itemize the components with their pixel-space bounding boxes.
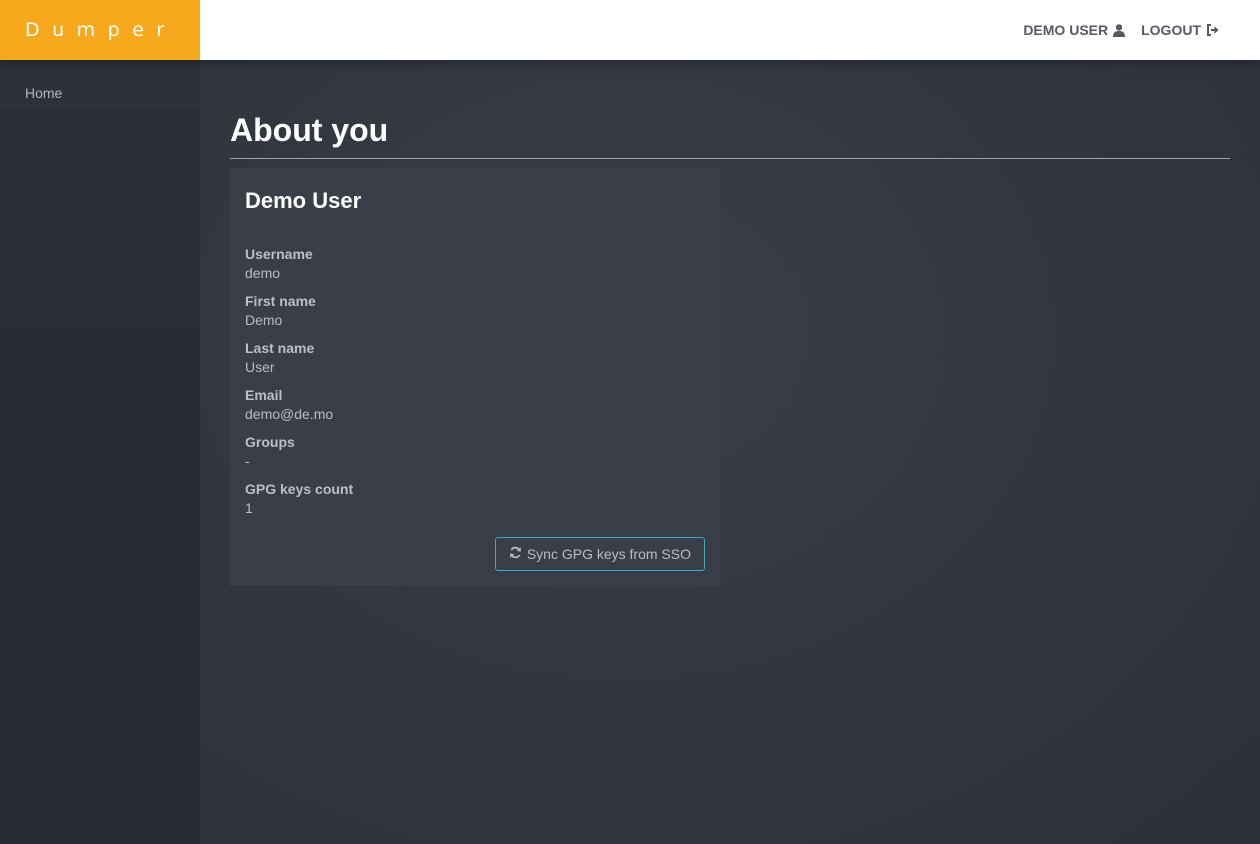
sidebar: Home	[0, 60, 200, 844]
user-menu-label: DEMO USER	[1023, 22, 1109, 38]
field-email: Email demo@de.mo	[245, 385, 705, 424]
sync-button-label: Sync GPG keys from SSO	[526, 546, 691, 562]
field-value: User	[245, 359, 275, 375]
logout-link[interactable]: LOGOUT	[1141, 22, 1220, 38]
brand-logo[interactable]: Dumper	[0, 0, 200, 60]
sync-gpg-keys-button[interactable]: Sync GPG keys from SSO	[494, 537, 705, 571]
field-value: 1	[245, 500, 253, 516]
field-gpg-keys-count: GPG keys count 1	[245, 479, 705, 518]
user-icon	[1113, 23, 1126, 37]
main-content: About you Demo User Username demo First …	[200, 60, 1260, 844]
field-groups: Groups -	[245, 432, 705, 471]
field-label: Groups	[245, 434, 295, 450]
user-profile-card: Demo User Username demo First name Demo …	[230, 168, 720, 586]
page-title: About you	[230, 112, 389, 148]
user-menu-link[interactable]: DEMO USER	[1023, 22, 1126, 38]
top-nav: DEMO USER LOGOUT	[1023, 0, 1220, 60]
card-title: Demo User	[245, 188, 362, 213]
field-value: -	[245, 453, 250, 469]
top-bar: Dumper DEMO USER LOGOUT	[0, 0, 1260, 60]
field-first-name: First name Demo	[245, 291, 705, 330]
profile-fields: Username demo First name Demo Last name …	[245, 244, 705, 526]
field-label: Last name	[245, 340, 315, 356]
logout-label: LOGOUT	[1141, 22, 1201, 38]
field-value: Demo	[245, 312, 283, 328]
title-divider	[230, 158, 1230, 159]
field-label: Email	[245, 387, 283, 403]
field-label: First name	[245, 293, 316, 309]
field-label: Username	[245, 246, 313, 262]
sidebar-item-home[interactable]: Home	[0, 60, 200, 111]
field-label: GPG keys count	[245, 481, 354, 497]
field-username: Username demo	[245, 244, 705, 283]
field-last-name: Last name User	[245, 338, 705, 377]
field-value: demo	[245, 265, 281, 281]
sign-out-icon	[1206, 24, 1220, 36]
field-value: demo@de.mo	[245, 406, 334, 422]
refresh-icon	[509, 546, 522, 562]
